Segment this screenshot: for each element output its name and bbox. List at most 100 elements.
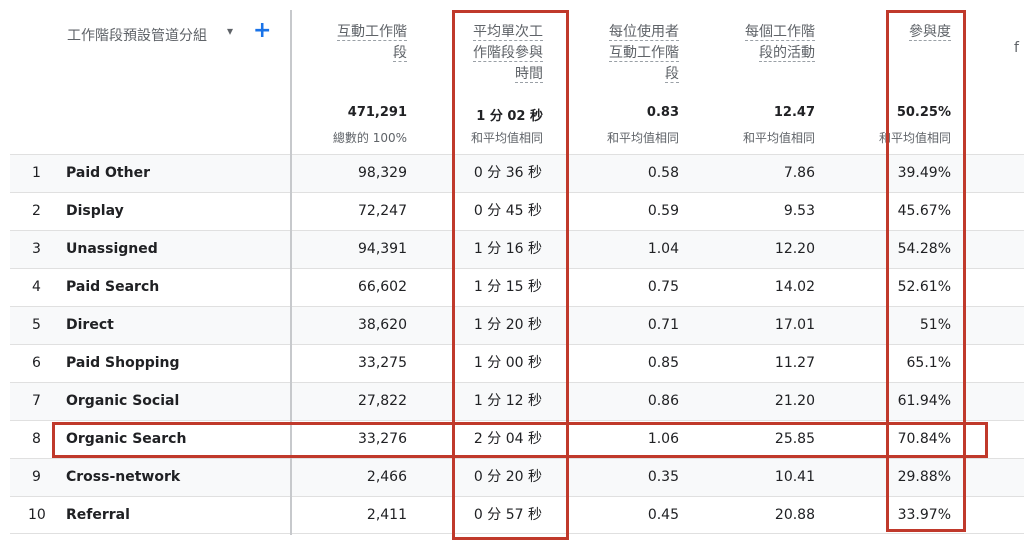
table-row[interactable]: 9 Cross-network 2,466 0 分 20 秒 0.35 10.4…	[10, 458, 1024, 496]
table-row[interactable]: 4 Paid Search 66,602 1 分 15 秒 0.75 14.02…	[10, 268, 1024, 306]
cell-engaged-sessions: 66,602	[358, 279, 407, 295]
cell-engaged-sessions-per-user: 0.45	[647, 507, 679, 523]
cell-events-per-session: 20.88	[774, 507, 815, 523]
channel-name[interactable]: Direct	[66, 307, 114, 344]
cell-engagement-rate: 39.49%	[897, 165, 951, 181]
cell-avg-engagement-time: 2 分 04 秒	[473, 431, 542, 447]
cell-engaged-sessions: 98,329	[358, 165, 407, 181]
next-column-header-cut: f	[1014, 40, 1019, 56]
cell-engagement-rate: 45.67%	[897, 203, 951, 219]
total-events-per-session: 12.47	[773, 105, 815, 120]
cell-engagement-rate: 61.94%	[897, 393, 951, 409]
add-dimension-icon[interactable]: +	[253, 18, 271, 43]
total-sub-avg-engagement-time: 和平均值相同	[470, 131, 543, 145]
cell-engaged-sessions: 38,620	[358, 317, 407, 333]
total-engagement-rate: 50.25%	[896, 105, 951, 120]
cell-events-per-session: 7.86	[783, 165, 815, 181]
column-header-label: 每個工作階段的活動	[745, 24, 815, 62]
row-index: 9	[32, 469, 41, 485]
total-sub-engaged-sessions-per-user: 和平均值相同	[606, 131, 679, 145]
cell-engaged-sessions-per-user: 0.75	[647, 279, 679, 295]
cell-engaged-sessions: 72,247	[358, 203, 407, 219]
cell-avg-engagement-time: 1 分 12 秒	[473, 393, 542, 409]
row-index: 1	[32, 165, 41, 181]
cell-engagement-rate: 51%	[919, 317, 951, 333]
cell-engaged-sessions: 2,411	[366, 507, 407, 523]
column-header-label: 每位使用者互動工作階段	[609, 24, 679, 83]
cell-avg-engagement-time: 0 分 45 秒	[473, 203, 542, 219]
table-row[interactable]: 10 Referral 2,411 0 分 57 秒 0.45 20.88 33…	[10, 496, 1024, 534]
table-row[interactable]: 7 Organic Social 27,822 1 分 12 秒 0.86 21…	[10, 382, 1024, 420]
cell-engaged-sessions-per-user: 0.85	[647, 355, 679, 371]
cell-engagement-rate: 52.61%	[897, 279, 951, 295]
cell-avg-engagement-time: 0 分 20 秒	[473, 469, 542, 485]
cell-avg-engagement-time: 1 分 20 秒	[473, 317, 542, 333]
cell-engaged-sessions-per-user: 0.35	[647, 469, 679, 485]
table-row[interactable]: 1 Paid Other 98,329 0 分 36 秒 0.58 7.86 3…	[10, 154, 1024, 192]
table-row[interactable]: 5 Direct 38,620 1 分 20 秒 0.71 17.01 51%	[10, 306, 1024, 344]
channel-name[interactable]: Display	[66, 193, 124, 230]
cell-avg-engagement-time: 0 分 57 秒	[473, 507, 542, 523]
table-row[interactable]: 8 Organic Search 33,276 2 分 04 秒 1.06 25…	[10, 420, 1024, 458]
cell-engaged-sessions-per-user: 0.59	[647, 203, 679, 219]
cell-events-per-session: 21.20	[774, 393, 815, 409]
table-row[interactable]: 2 Display 72,247 0 分 45 秒 0.59 9.53 45.6…	[10, 192, 1024, 230]
cell-engagement-rate: 70.84%	[897, 431, 951, 447]
column-header-engaged-sessions[interactable]: 互動工作階段	[335, 22, 407, 64]
row-index: 7	[32, 393, 41, 409]
total-engaged-sessions: 471,291	[347, 105, 407, 120]
table-row[interactable]: 3 Unassigned 94,391 1 分 16 秒 1.04 12.20 …	[10, 230, 1024, 268]
channel-name[interactable]: Paid Other	[66, 155, 150, 192]
channel-name[interactable]: Paid Shopping	[66, 345, 180, 382]
cell-events-per-session: 14.02	[774, 279, 815, 295]
column-header-engagement-rate[interactable]: 參與度	[870, 22, 951, 43]
row-index: 5	[32, 317, 41, 333]
cell-engaged-sessions-per-user: 0.71	[647, 317, 679, 333]
dimension-header[interactable]: 工作階段預設管道分組	[67, 25, 207, 45]
channel-name[interactable]: Organic Search	[66, 421, 186, 458]
column-header-label: 互動工作階段	[337, 24, 407, 62]
cell-engaged-sessions-per-user: 0.86	[647, 393, 679, 409]
cell-engagement-rate: 29.88%	[897, 469, 951, 485]
column-header-events-per-session[interactable]: 每個工作階段的活動	[738, 22, 815, 64]
cell-avg-engagement-time: 1 分 16 秒	[473, 241, 542, 257]
chevron-down-icon[interactable]: ▾	[227, 24, 233, 38]
cell-events-per-session: 12.20	[774, 241, 815, 257]
channel-name[interactable]: Referral	[66, 497, 130, 534]
cell-engaged-sessions-per-user: 1.06	[647, 431, 679, 447]
cell-events-per-session: 11.27	[774, 355, 815, 371]
channel-name[interactable]: Cross-network	[66, 459, 180, 496]
report-table: 工作階段預設管道分組 ▾ + 互動工作階段 471,291 總數的 100% 平…	[10, 0, 1024, 549]
row-index: 6	[32, 355, 41, 371]
table-row[interactable]: 6 Paid Shopping 33,275 1 分 00 秒 0.85 11.…	[10, 344, 1024, 382]
channel-name[interactable]: Paid Search	[66, 269, 159, 306]
cell-engaged-sessions: 27,822	[358, 393, 407, 409]
total-avg-engagement-time: 1 分 02 秒	[476, 109, 543, 124]
channel-name[interactable]: Organic Social	[66, 383, 179, 420]
cell-avg-engagement-time: 1 分 00 秒	[473, 355, 542, 371]
column-header-engaged-sessions-per-user[interactable]: 每位使用者互動工作階段	[603, 22, 679, 85]
row-index: 8	[32, 431, 41, 447]
cell-engagement-rate: 54.28%	[897, 241, 951, 257]
cell-avg-engagement-time: 0 分 36 秒	[473, 165, 542, 181]
row-index: 10	[28, 507, 46, 523]
cell-engagement-rate: 33.97%	[897, 507, 951, 523]
total-sub-engagement-rate: 和平均值相同	[878, 131, 951, 145]
cell-engaged-sessions: 94,391	[358, 241, 407, 257]
row-index: 2	[32, 203, 41, 219]
cell-engaged-sessions: 33,275	[358, 355, 407, 371]
total-sub-engaged-sessions: 總數的 100%	[332, 131, 407, 145]
channel-name[interactable]: Unassigned	[66, 231, 158, 268]
total-engaged-sessions-per-user: 0.83	[646, 105, 679, 120]
cell-engaged-sessions-per-user: 0.58	[647, 165, 679, 181]
table-body: 1 Paid Other 98,329 0 分 36 秒 0.58 7.86 3…	[10, 154, 1024, 534]
total-sub-events-per-session: 和平均值相同	[742, 131, 815, 145]
row-index: 4	[32, 279, 41, 295]
dimension-column-divider[interactable]	[290, 10, 292, 535]
cell-engaged-sessions-per-user: 1.04	[647, 241, 679, 257]
cell-engagement-rate: 65.1%	[906, 355, 951, 371]
column-header-avg-engagement-time[interactable]: 平均單次工作階段參與時間	[467, 22, 543, 85]
cell-engaged-sessions: 33,276	[358, 431, 407, 447]
column-header-label: 平均單次工作階段參與時間	[473, 24, 543, 83]
row-index: 3	[32, 241, 41, 257]
